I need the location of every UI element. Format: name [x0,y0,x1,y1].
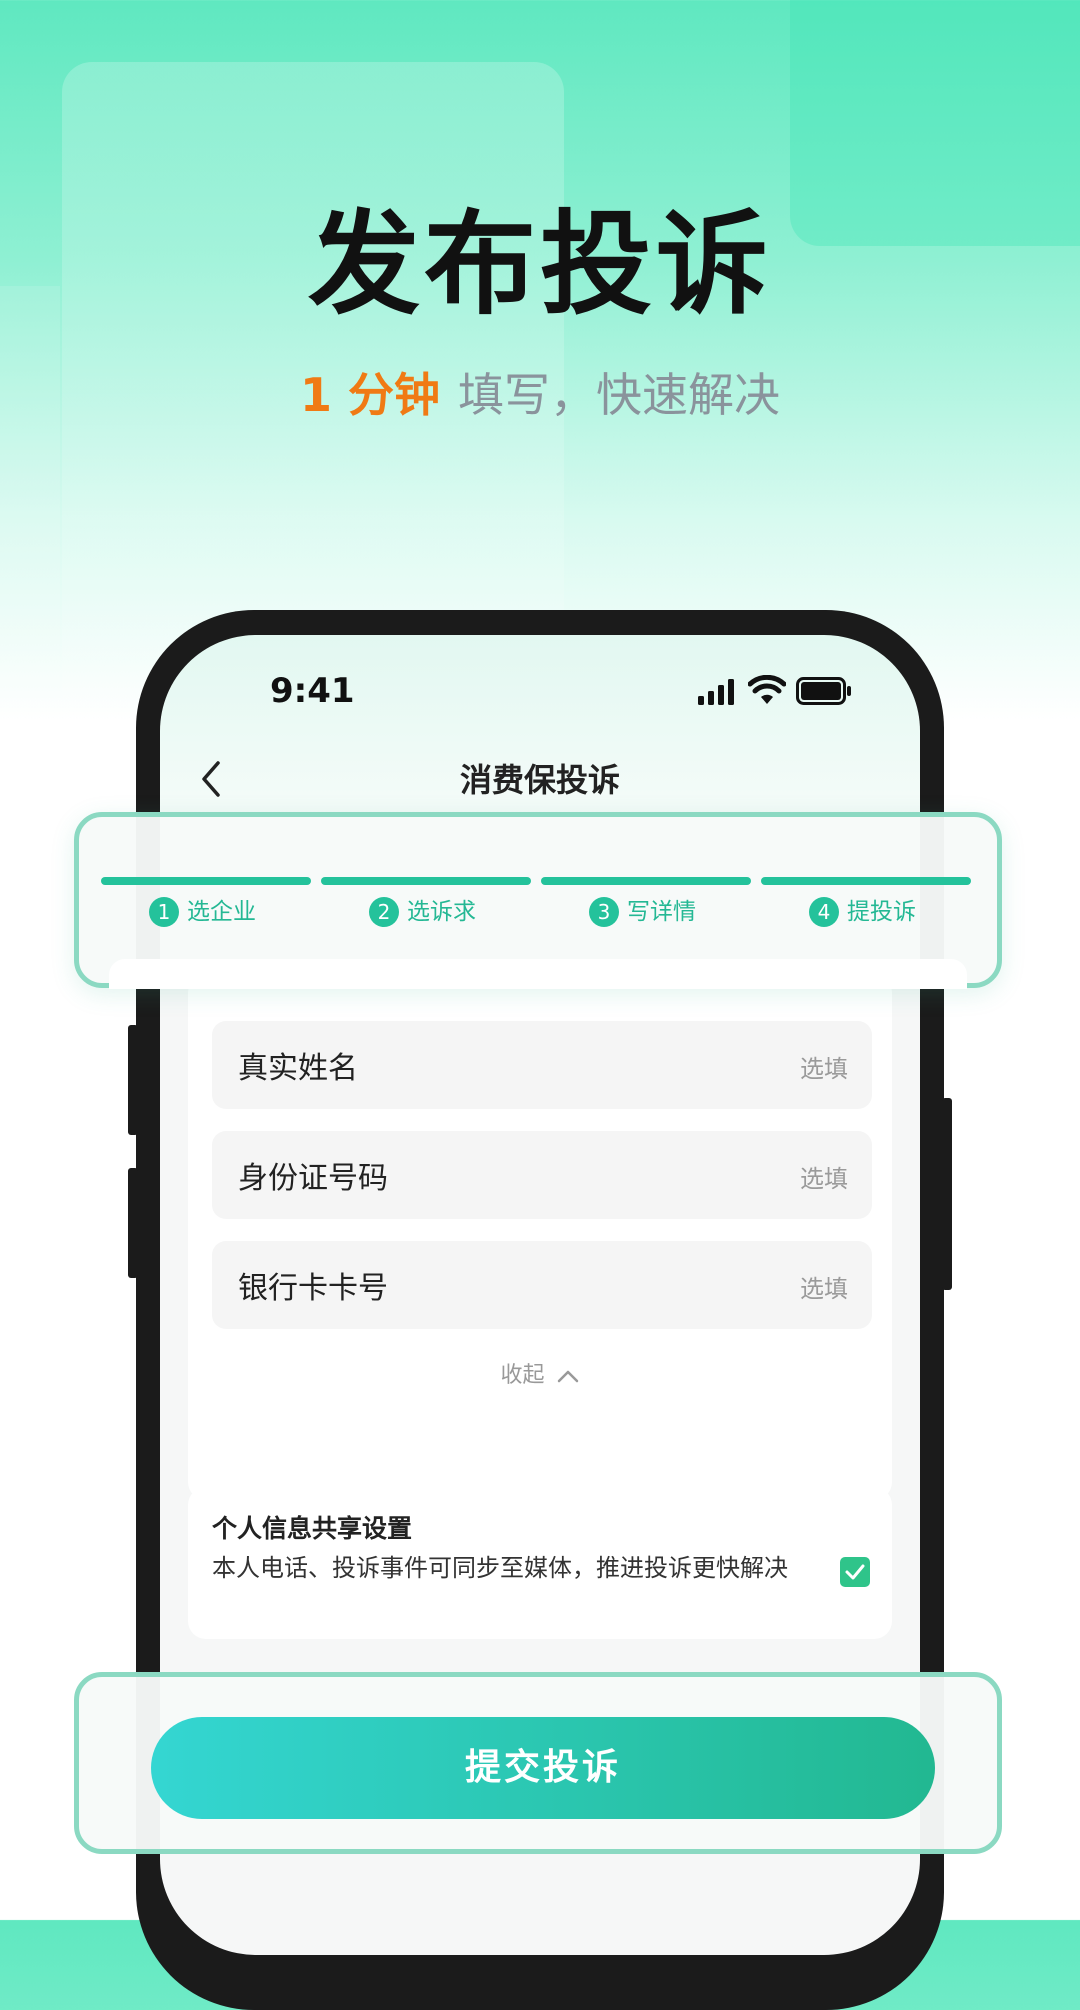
hero-subtitle-accent: 1 分钟 [299,368,441,422]
field-label: 身份证号码 [238,1161,388,1196]
battery-icon [796,677,851,705]
field-hint: 选填 [800,1165,848,1193]
step-bar [101,877,311,885]
status-bar: 9:41 [160,635,920,745]
field-hint: 选填 [800,1275,848,1303]
collapse-label: 收起 [500,1363,545,1388]
background-strip [0,286,60,706]
hero-title: 发布投诉 [308,200,772,330]
step-bar [541,877,751,885]
step-bar [761,877,971,885]
hero-subtitle-rest: 填写，快速解决 [458,368,781,422]
step-number: 2 [369,897,399,927]
sharing-title: 个人信息共享设置 [212,1514,413,1543]
sharing-description: 本人电话、投诉事件可同步至媒体，推进投诉更快解决 [212,1554,788,1582]
submit-panel: 提交投诉 [74,1672,1002,1854]
collapse-button[interactable]: 收起 [188,1357,892,1389]
personal-info-card: 真实姓名 选填 身份证号码 选填 银行卡卡号 选填 收起 [188,975,892,1500]
nav-title: 消费保投诉 [459,761,620,799]
status-time: 9:41 [270,671,355,711]
step-label: 提投诉 [847,899,916,925]
phone-volume-down-button [128,1168,138,1278]
real-name-field[interactable]: 真实姓名 选填 [212,1021,872,1109]
id-number-field[interactable]: 身份证号码 选填 [212,1131,872,1219]
step-number: 4 [809,897,839,927]
step-submit-complaint: 4 提投诉 [761,817,971,967]
step-select-company: 1 选企业 [101,817,311,967]
wifi-icon [748,675,786,704]
phone-volume-up-button [128,1025,138,1135]
sharing-checkbox[interactable] [840,1557,870,1587]
info-sharing-card: 个人信息共享设置 本人电话、投诉事件可同步至媒体，推进投诉更快解决 [188,1487,892,1639]
step-bar [321,877,531,885]
card-top-edge [109,959,967,989]
hero-subtitle: 1 分钟 填写，快速解决 [0,365,1080,425]
cellular-signal-icon [698,679,734,705]
field-hint: 选填 [800,1055,848,1083]
step-number: 1 [149,897,179,927]
step-progress-panel: 1 选企业 2 选诉求 3 写详情 4 提投诉 [74,812,1002,989]
chevron-up-icon [557,1370,578,1383]
step-select-demand: 2 选诉求 [321,817,531,967]
phone-power-button [942,1098,952,1290]
check-icon [845,1564,865,1580]
step-write-details: 3 写详情 [541,817,751,967]
step-label: 写详情 [627,899,696,925]
step-number: 3 [589,897,619,927]
bank-card-field[interactable]: 银行卡卡号 选填 [212,1241,872,1329]
submit-complaint-button[interactable]: 提交投诉 [151,1717,935,1819]
field-label: 银行卡卡号 [238,1271,388,1306]
field-label: 真实姓名 [238,1051,358,1086]
step-label: 选诉求 [407,899,476,925]
step-label: 选企业 [187,899,256,925]
